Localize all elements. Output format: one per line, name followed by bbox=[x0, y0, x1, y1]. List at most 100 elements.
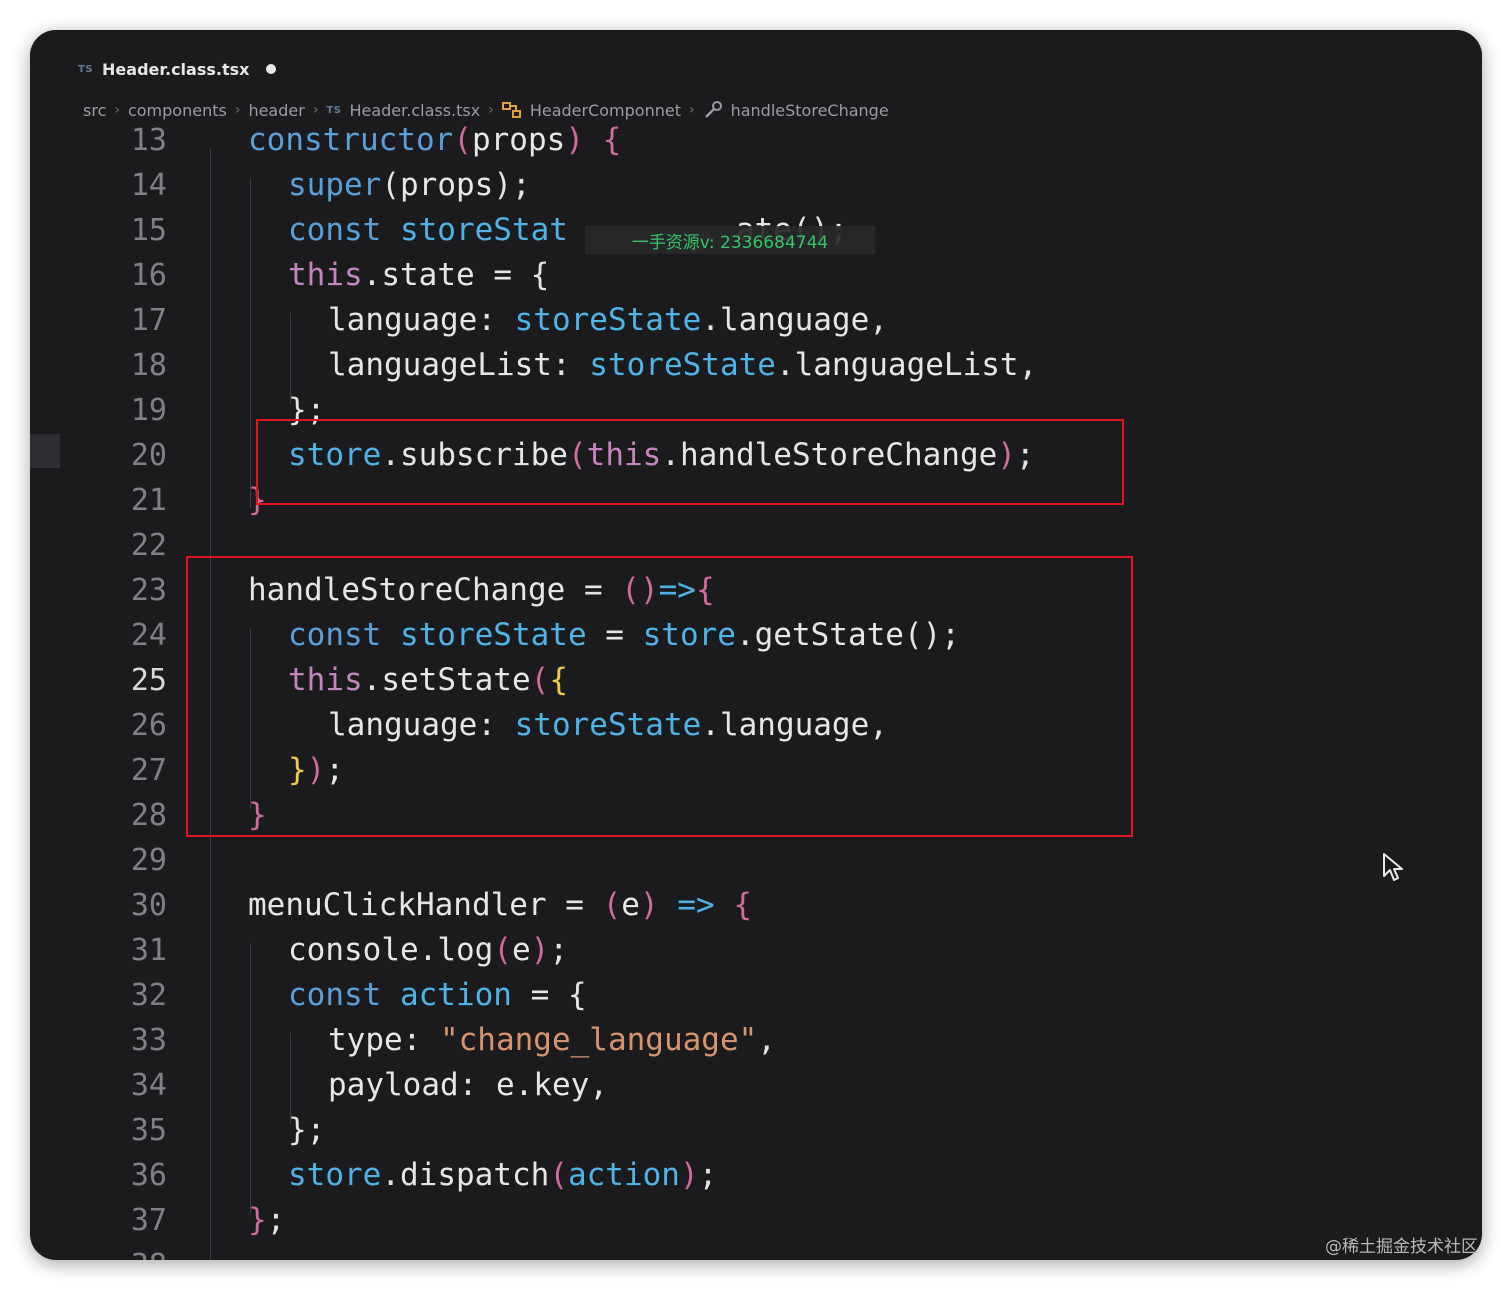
code-token: , bbox=[757, 1022, 776, 1058]
code-token: ) bbox=[530, 932, 550, 968]
line-number: 16 bbox=[130, 258, 167, 293]
code-token: props bbox=[471, 122, 566, 158]
code-text: console.log(e); bbox=[288, 928, 568, 973]
code-token: type bbox=[328, 1022, 403, 1058]
breadcrumb-item-class[interactable]: HeaderComponnet bbox=[530, 101, 681, 120]
typescript-file-icon: TS bbox=[78, 63, 94, 75]
line-number: 24 bbox=[130, 618, 167, 653]
code-token: "change_language" bbox=[439, 1022, 758, 1058]
line-number: 25 bbox=[130, 663, 167, 698]
code-token: e bbox=[512, 932, 531, 968]
code-token: e bbox=[495, 1067, 515, 1103]
code-token: . bbox=[701, 302, 720, 338]
code-line[interactable]: 13 constructor(props) { bbox=[30, 118, 1482, 163]
line-number: 14 bbox=[130, 168, 167, 203]
line-number: 31 bbox=[130, 933, 167, 968]
code-token: . bbox=[362, 257, 382, 293]
line-number: 32 bbox=[130, 978, 167, 1013]
unsaved-dot-icon[interactable] bbox=[266, 64, 277, 74]
code-editor-window: TS Header.class.tsx src › components › h… bbox=[30, 30, 1482, 1260]
line-number: 19 bbox=[130, 393, 167, 428]
code-text: menuClickHandler = (e) => { bbox=[248, 883, 752, 928]
code-token: ) bbox=[679, 1157, 699, 1193]
chevron-right-icon: › bbox=[312, 102, 319, 118]
code-token: . bbox=[381, 1157, 400, 1193]
code-token: ) bbox=[565, 122, 584, 158]
code-token: , bbox=[589, 1067, 608, 1103]
line-number: 17 bbox=[130, 303, 167, 338]
code-token: action bbox=[399, 977, 512, 1013]
code-token: key bbox=[533, 1067, 590, 1103]
tab-header-class-tsx[interactable]: TS Header.class.tsx bbox=[78, 56, 277, 82]
code-token: const bbox=[288, 212, 400, 248]
code-line[interactable]: 30 menuClickHandler = (e) => { bbox=[30, 883, 1482, 928]
code-line[interactable]: 18 languageList: storeState.languageList, bbox=[30, 343, 1482, 388]
code-token: , bbox=[1018, 347, 1038, 383]
line-number: 36 bbox=[130, 1158, 167, 1193]
code-token: . bbox=[514, 1067, 534, 1103]
line-number: 15 bbox=[130, 213, 167, 248]
code-token: storeStat bbox=[399, 212, 568, 248]
code-token: const bbox=[288, 977, 400, 1013]
code-token: , bbox=[869, 302, 888, 338]
line-number: 20 bbox=[130, 438, 167, 473]
code-token: storeState bbox=[514, 302, 702, 338]
code-line[interactable]: 38 bbox=[30, 1243, 1482, 1260]
code-token: ( bbox=[549, 1157, 568, 1193]
line-number: 13 bbox=[130, 123, 167, 158]
code-text: super(props); bbox=[288, 163, 531, 208]
code-text: store.dispatch(action); bbox=[288, 1153, 717, 1198]
watermark-overlay: 一手资源v: 2336684744 bbox=[585, 226, 875, 254]
code-token: languageList bbox=[328, 347, 552, 383]
code-text: type: "change_language", bbox=[328, 1018, 776, 1063]
line-number: 29 bbox=[130, 843, 167, 878]
code-token: { bbox=[602, 122, 622, 158]
code-token: language bbox=[719, 302, 870, 338]
line-number: 30 bbox=[130, 888, 167, 923]
code-token: e bbox=[621, 887, 640, 923]
code-line[interactable]: 16 this.state = { bbox=[30, 253, 1482, 298]
code-token: storeState bbox=[589, 347, 776, 383]
code-token: { bbox=[733, 887, 752, 923]
breadcrumb-item-components[interactable]: components bbox=[128, 101, 227, 120]
code-line[interactable]: 31 console.log(e); bbox=[30, 928, 1482, 973]
code-line[interactable]: 35}; bbox=[30, 1108, 1482, 1153]
code-token: : bbox=[477, 302, 515, 338]
code-token: ( bbox=[381, 167, 400, 203]
code-text: language: storeState.language, bbox=[328, 298, 888, 343]
code-token: . bbox=[775, 347, 795, 383]
line-number: 18 bbox=[130, 348, 167, 383]
class-symbol-icon bbox=[501, 101, 522, 119]
code-line[interactable]: 33 type: "change_language", bbox=[30, 1018, 1482, 1063]
code-token: ); bbox=[493, 167, 531, 203]
code-token: store bbox=[288, 1157, 382, 1193]
code-token: ) bbox=[639, 887, 659, 923]
breadcrumb-item-header[interactable]: header bbox=[248, 101, 304, 120]
line-number: 23 bbox=[130, 573, 167, 608]
code-token: log bbox=[437, 932, 494, 968]
code-token: : bbox=[551, 347, 590, 383]
code-line[interactable]: 14 super(props); bbox=[30, 163, 1482, 208]
code-text: constructor(props) { bbox=[248, 118, 621, 163]
code-token: dispatch bbox=[400, 1157, 550, 1193]
breadcrumb-item-src[interactable]: src bbox=[83, 101, 106, 120]
code-line[interactable]: 29 bbox=[30, 838, 1482, 883]
code-token: this bbox=[288, 257, 363, 293]
wrench-symbol-icon bbox=[703, 101, 723, 119]
code-line[interactable]: 36 store.dispatch(action); bbox=[30, 1153, 1482, 1198]
line-number: 35 bbox=[130, 1113, 167, 1148]
code-line[interactable]: 32 const action = { bbox=[30, 973, 1482, 1018]
code-line[interactable]: 37}; bbox=[30, 1198, 1482, 1243]
chevron-right-icon: › bbox=[234, 102, 241, 118]
code-line[interactable]: 17 language: storeState.language, bbox=[30, 298, 1482, 343]
breadcrumb-item-method[interactable]: handleStoreChange bbox=[731, 101, 889, 120]
breadcrumb-item-file[interactable]: Header.class.tsx bbox=[349, 101, 480, 120]
code-token: ( bbox=[453, 122, 472, 158]
code-token: : bbox=[402, 1022, 440, 1058]
code-token: ; bbox=[698, 1157, 718, 1193]
code-token: = { bbox=[511, 977, 587, 1013]
code-text: const action = { bbox=[288, 973, 587, 1018]
code-line[interactable]: 34 payload: e.key, bbox=[30, 1063, 1482, 1108]
line-number: 37 bbox=[130, 1203, 167, 1238]
